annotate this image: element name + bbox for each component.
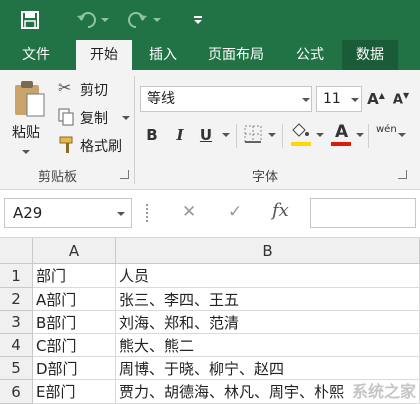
borders-dropdown-icon[interactable] bbox=[268, 133, 276, 137]
tab-data[interactable]: 数据 bbox=[342, 40, 398, 70]
font-separator bbox=[236, 124, 237, 148]
font-name-select[interactable]: 等线 bbox=[140, 86, 312, 112]
clipboard-launcher-icon[interactable] bbox=[120, 170, 129, 179]
font-color-bar bbox=[331, 142, 351, 146]
name-box[interactable]: A29 bbox=[4, 198, 132, 228]
clipboard-group-label: 剪贴板 bbox=[38, 170, 78, 185]
copy-icon bbox=[58, 108, 74, 126]
tab-formulas[interactable]: 公式 bbox=[284, 40, 336, 70]
cut-button[interactable]: ✂ 剪切 bbox=[56, 78, 126, 100]
title-bar bbox=[0, 0, 420, 40]
group-separator bbox=[134, 76, 135, 184]
phonetic-dropdown-icon[interactable] bbox=[398, 133, 406, 137]
cell-b4[interactable]: 熊大、熊二 bbox=[116, 334, 420, 357]
name-box-dropdown-icon[interactable] bbox=[117, 212, 125, 216]
decrease-font-icon: A▼ bbox=[392, 90, 410, 108]
cell-a6[interactable]: E部门 bbox=[33, 380, 116, 404]
copy-dropdown-icon[interactable] bbox=[122, 116, 130, 120]
paste-button[interactable]: 粘贴 bbox=[8, 78, 50, 148]
font-color-icon: A bbox=[335, 122, 349, 142]
row-header[interactable]: 5 bbox=[0, 357, 33, 380]
cell-a5[interactable]: D部门 bbox=[33, 357, 116, 380]
phonetic-button[interactable]: wén bbox=[376, 122, 406, 148]
ribbon: 粘贴 ✂ 剪切 复制 格式刷 剪贴板 等线 11 A▲ A▼ B I U A w… bbox=[0, 70, 420, 190]
undo-icon[interactable] bbox=[74, 9, 98, 31]
fill-color-dropdown-icon[interactable] bbox=[316, 133, 324, 137]
cut-label: 剪切 bbox=[80, 83, 108, 99]
tab-home[interactable]: 开始 bbox=[76, 40, 132, 70]
formula-bar-grip-icon[interactable] bbox=[146, 204, 150, 222]
font-separator bbox=[368, 124, 369, 148]
tab-file[interactable]: 文件 bbox=[10, 40, 62, 70]
format-painter-label: 格式刷 bbox=[80, 139, 122, 155]
insert-function-icon[interactable]: fx bbox=[272, 200, 289, 221]
select-all-corner[interactable] bbox=[0, 238, 33, 264]
tab-insert[interactable]: 插入 bbox=[138, 40, 188, 70]
cell-a2[interactable]: A部门 bbox=[33, 288, 116, 311]
column-header-a[interactable]: A bbox=[33, 238, 116, 264]
undo-dropdown-icon[interactable] bbox=[100, 9, 110, 31]
underline-dropdown-icon[interactable] bbox=[222, 133, 230, 137]
fill-color-bar bbox=[291, 142, 311, 146]
borders-icon bbox=[244, 125, 262, 143]
ribbon-tabs: 文件 开始 插入 页面布局 公式 数据 bbox=[0, 40, 420, 70]
row-header[interactable]: 3 bbox=[0, 311, 33, 334]
increase-font-icon: A▲ bbox=[367, 90, 385, 108]
formula-bar: A29 ✕ ✓ fx bbox=[0, 190, 420, 238]
copy-label: 复制 bbox=[80, 111, 108, 127]
save-icon[interactable] bbox=[18, 9, 42, 31]
font-color-button[interactable]: A bbox=[330, 122, 352, 148]
font-color-dropdown-icon[interactable] bbox=[356, 133, 364, 137]
cell-a3[interactable]: B部门 bbox=[33, 311, 116, 334]
worksheet-grid: A B 1 部门 人员 2 A部门 张三、李四、王五 3 B部门 刘海、郑和、范… bbox=[0, 238, 420, 404]
paint-bucket-icon bbox=[292, 123, 309, 137]
cell-b5[interactable]: 周博、于晓、柳宁、赵四 bbox=[116, 357, 420, 380]
scissors-icon: ✂ bbox=[58, 78, 72, 97]
font-name-dropdown-icon[interactable] bbox=[302, 98, 310, 102]
font-separator bbox=[282, 124, 283, 148]
row-header[interactable]: 2 bbox=[0, 288, 33, 311]
phonetic-icon: wén bbox=[376, 124, 397, 135]
redo-dropdown-icon[interactable] bbox=[152, 9, 162, 31]
name-box-value: A29 bbox=[13, 204, 43, 222]
cell-b2[interactable]: 张三、李四、王五 bbox=[116, 288, 420, 311]
cell-b3[interactable]: 刘海、郑和、范清 bbox=[116, 311, 420, 334]
enter-icon[interactable]: ✓ bbox=[228, 202, 242, 222]
format-painter-icon bbox=[59, 136, 73, 153]
cell-a1[interactable]: 部门 bbox=[33, 264, 116, 288]
font-launcher-icon[interactable] bbox=[398, 170, 407, 179]
column-header-b[interactable]: B bbox=[116, 238, 420, 264]
customize-icon[interactable] bbox=[190, 9, 206, 31]
cell-a4[interactable]: C部门 bbox=[33, 334, 116, 357]
borders-button[interactable] bbox=[244, 125, 264, 145]
row-header[interactable]: 1 bbox=[0, 264, 33, 288]
increase-font-size-button[interactable]: A▲ bbox=[366, 86, 386, 112]
paste-dropdown-icon[interactable] bbox=[22, 150, 30, 154]
font-group-label: 字体 bbox=[252, 170, 279, 185]
paste-icon bbox=[15, 81, 45, 117]
bold-button[interactable]: B bbox=[142, 122, 162, 148]
watermark: 系统之家 bbox=[351, 382, 416, 401]
paste-label: 粘贴 bbox=[12, 125, 40, 141]
font-size-dropdown-icon[interactable] bbox=[351, 98, 359, 102]
decrease-font-size-button[interactable]: A▼ bbox=[390, 86, 412, 112]
tab-page-layout[interactable]: 页面布局 bbox=[196, 40, 276, 70]
format-painter-button[interactable]: 格式刷 bbox=[56, 134, 132, 156]
italic-button[interactable]: I bbox=[170, 122, 190, 148]
row-header[interactable]: 4 bbox=[0, 334, 33, 357]
formula-input[interactable] bbox=[310, 198, 416, 228]
cancel-icon[interactable]: ✕ bbox=[182, 202, 196, 222]
row-header[interactable]: 6 bbox=[0, 380, 33, 404]
cell-b1[interactable]: 人员 bbox=[116, 264, 420, 288]
redo-icon[interactable] bbox=[126, 9, 150, 31]
fill-color-button[interactable] bbox=[290, 122, 312, 148]
copy-button[interactable]: 复制 bbox=[56, 106, 136, 128]
underline-button[interactable]: U bbox=[196, 122, 216, 148]
